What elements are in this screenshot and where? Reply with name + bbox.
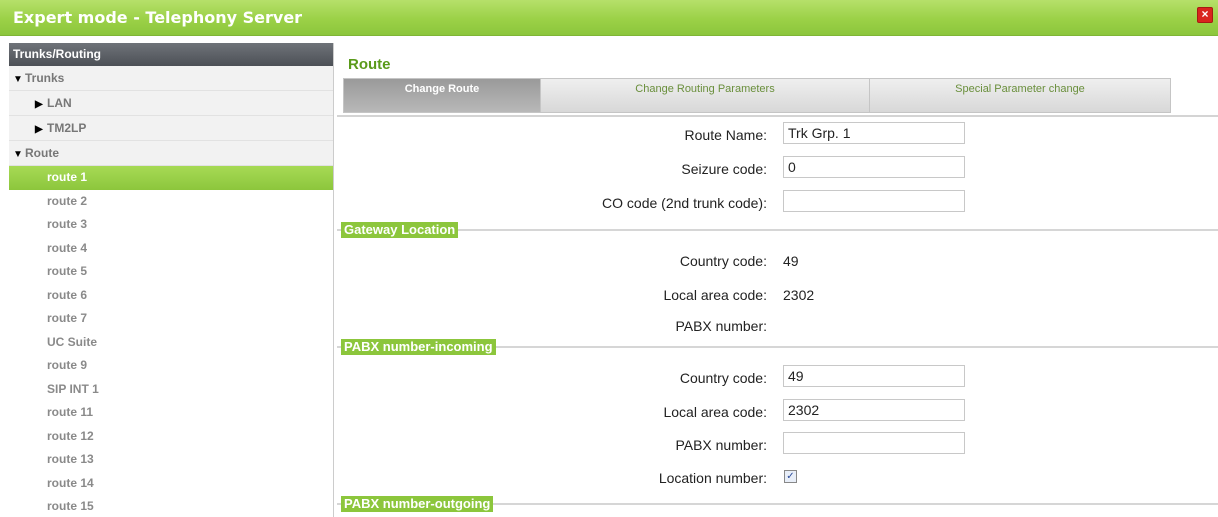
seizure-code-input[interactable] <box>783 156 965 178</box>
pabx-incoming-section: PABX number-incoming <box>337 339 1218 355</box>
tab-bar: Change Route Change Routing Parameters S… <box>343 78 1171 113</box>
route-item[interactable]: route 11 <box>9 401 333 425</box>
country-code-value: 49 <box>783 253 799 269</box>
route-item[interactable]: route 12 <box>9 424 333 448</box>
window-titlebar: Expert mode - Telephony Server × <box>0 0 1218 36</box>
tab-change-route[interactable]: Change Route <box>344 79 541 112</box>
section-divider <box>337 229 1218 231</box>
tab-special-parameter-change[interactable]: Special Parameter change <box>870 79 1170 112</box>
tree-item-lan[interactable]: ▶ LAN <box>9 91 333 116</box>
country-code-label: Country code: <box>679 370 767 386</box>
route-item[interactable]: route 15 <box>9 495 333 517</box>
local-area-code-input[interactable] <box>783 399 965 421</box>
co-code-label: CO code (2nd trunk code): <box>602 195 767 211</box>
country-code-input[interactable] <box>783 365 965 387</box>
route-item[interactable]: UC Suite <box>9 330 333 354</box>
pabx-number-input[interactable] <box>783 432 965 454</box>
tree-item-tm2lp[interactable]: ▶ TM2LP <box>9 116 333 141</box>
route-item[interactable]: route 13 <box>9 448 333 472</box>
route-item[interactable]: route 6 <box>9 283 333 307</box>
pabx-number-label: PABX number: <box>675 437 767 453</box>
gateway-local-area-code-row: Local area code: 2302 <box>337 282 1218 308</box>
country-code-label: Country code: <box>679 253 767 269</box>
seizure-code-row: Seizure code: <box>337 156 1218 182</box>
location-number-label: Location number: <box>658 470 767 486</box>
gateway-location-section: Gateway Location <box>337 222 1218 238</box>
location-number-row: Location number: ✓ <box>337 465 1218 491</box>
section-title: Gateway Location <box>341 222 459 238</box>
incoming-country-code-row: Country code: <box>337 365 1218 391</box>
co-code-row: CO code (2nd trunk code): <box>337 190 1218 216</box>
triangle-right-icon: ▶ <box>35 99 43 110</box>
triangle-down-icon: ▼ <box>13 74 23 85</box>
route-item[interactable]: route 2 <box>9 189 333 213</box>
seizure-code-label: Seizure code: <box>681 161 767 177</box>
route-item[interactable]: route 7 <box>9 307 333 331</box>
triangle-down-icon: ▼ <box>13 149 23 160</box>
route-item[interactable]: SIP INT 1 <box>9 377 333 401</box>
incoming-local-area-code-row: Local area code: <box>337 399 1218 425</box>
tree-item-label: Route <box>25 146 59 160</box>
close-icon[interactable]: × <box>1197 7 1213 23</box>
pabx-number-label: PABX number: <box>675 318 767 334</box>
route-item[interactable]: route 1 <box>9 166 333 190</box>
section-title: PABX number-outgoing <box>341 496 494 512</box>
sidebar-header: Trunks/Routing <box>9 43 333 66</box>
incoming-pabx-number-row: PABX number: <box>337 432 1218 458</box>
pabx-outgoing-section: PABX number-outgoing <box>337 496 1218 512</box>
location-number-checkbox[interactable]: ✓ <box>784 470 797 483</box>
tree-item-label: LAN <box>47 96 72 110</box>
tree-item-route[interactable]: ▼ Route <box>9 141 333 166</box>
tree-item-label: Trunks <box>25 71 65 85</box>
gateway-pabx-number-row: PABX number: <box>337 313 1218 339</box>
co-code-input[interactable] <box>783 190 965 212</box>
local-area-code-value: 2302 <box>783 287 815 303</box>
route-item[interactable]: route 9 <box>9 354 333 378</box>
route-item[interactable]: route 14 <box>9 471 333 495</box>
divider <box>337 115 1218 117</box>
page-title: Route <box>348 56 391 73</box>
route-item[interactable]: route 5 <box>9 260 333 284</box>
local-area-code-label: Local area code: <box>663 287 767 303</box>
tree-item-trunks[interactable]: ▼ Trunks <box>9 66 333 91</box>
route-name-input[interactable] <box>783 122 965 144</box>
local-area-code-label: Local area code: <box>663 404 767 420</box>
section-title: PABX number-incoming <box>341 339 496 355</box>
route-name-row: Route Name: <box>337 122 1218 148</box>
route-item[interactable]: route 3 <box>9 213 333 237</box>
main-panel: Route Change Route Change Routing Parame… <box>337 43 1218 517</box>
sidebar: Trunks/Routing ▼ Trunks ▶ LAN ▶ TM2LP ▼ Rout… <box>9 43 334 517</box>
window-title: Expert mode - Telephony Server <box>13 8 303 27</box>
route-item[interactable]: route 4 <box>9 236 333 260</box>
tab-change-routing-parameters[interactable]: Change Routing Parameters <box>541 79 870 112</box>
tree-item-label: TM2LP <box>47 121 87 135</box>
triangle-right-icon: ▶ <box>35 124 43 135</box>
route-name-label: Route Name: <box>684 127 767 143</box>
gateway-country-code-row: Country code: 49 <box>337 248 1218 274</box>
